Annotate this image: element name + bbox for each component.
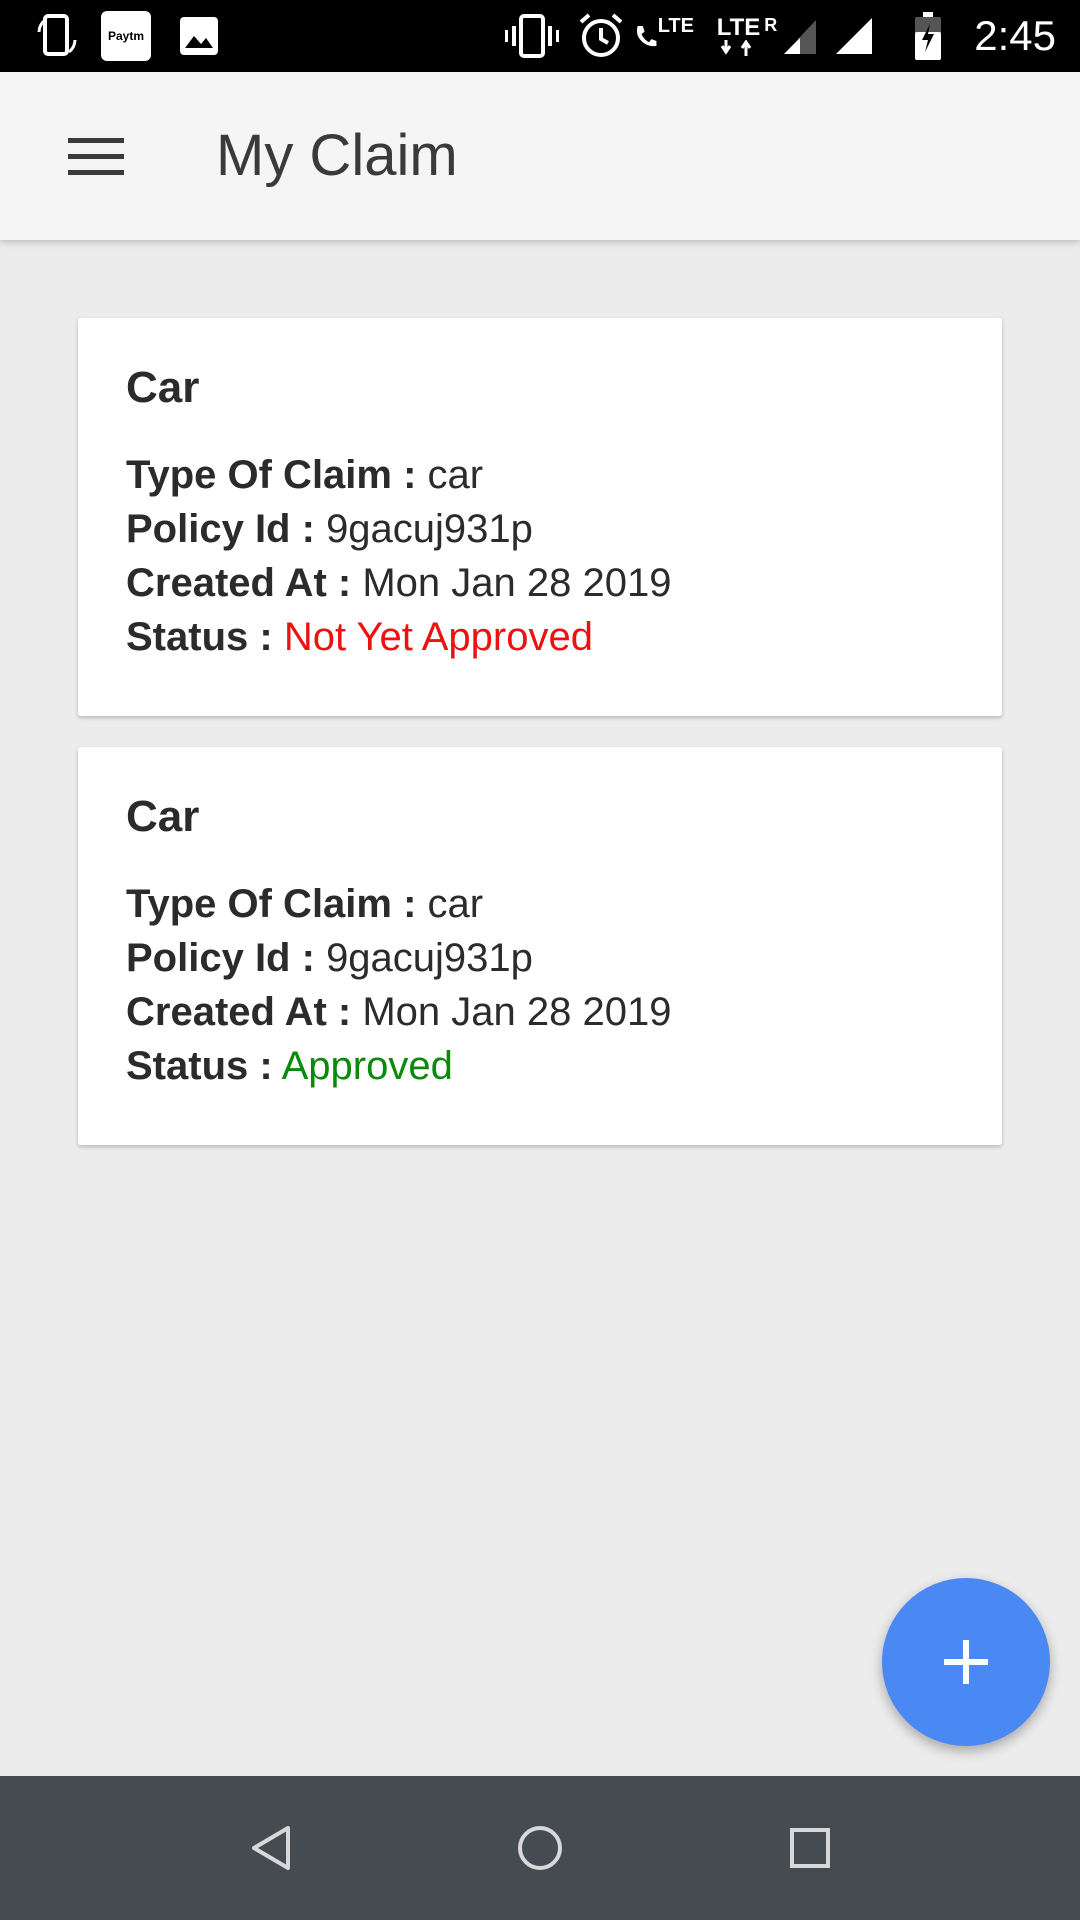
claim-type-row: Type Of Claim : car [126,448,954,502]
vibrate-icon [504,0,560,72]
plus-icon [944,1640,988,1684]
created-at-row: Created At : Mon Jan 28 2019 [126,985,954,1039]
paytm-label: Paytm [101,11,151,61]
claim-card[interactable]: Car Type Of Claim : car Policy Id : 9gac… [78,747,1002,1145]
roaming-label: R [764,15,778,35]
status-time: 2:45 [974,12,1056,59]
claims-list: Car Type Of Claim : car Policy Id : 9gac… [78,318,1002,1176]
recents-button[interactable] [740,1776,880,1920]
lte-label: LTE [657,15,694,37]
status-row: Status : Not Yet Approved [126,610,954,664]
claim-card[interactable]: Car Type Of Claim : car Policy Id : 9gac… [78,318,1002,716]
created-at-row: Created At : Mon Jan 28 2019 [126,556,954,610]
claim-type-label: Type Of Claim : [126,453,417,497]
hamburger-menu-icon [68,138,124,175]
claim-title: Car [126,792,200,841]
lte2-label: LTE [716,14,761,41]
policy-id-label: Policy Id : [126,936,315,980]
created-at-label: Created At : [126,990,352,1034]
status-value: Not Yet Approved [283,615,593,659]
claim-title: Car [126,363,200,412]
home-icon [518,1826,562,1870]
paytm-icon: Paytm [100,0,152,72]
status-label: Status : [126,615,273,659]
policy-id-row: Policy Id : 9gacuj931p [126,502,954,556]
volte-call-icon: LTE [634,0,694,72]
recents-icon [790,1828,830,1868]
image-icon [176,0,222,72]
menu-button[interactable] [56,116,136,196]
created-at-label: Created At : [126,561,352,605]
created-at-value: Mon Jan 28 2019 [362,990,672,1034]
alarm-icon [576,0,626,72]
created-at-value: Mon Jan 28 2019 [362,561,672,605]
claim-type-value: car [427,882,484,926]
back-button[interactable] [200,1776,340,1920]
add-claim-button[interactable] [882,1578,1050,1746]
signal-icon [834,0,874,72]
status-bar: Paytm LTE LTE R 2:45 [0,0,1080,72]
page-title: My Claim [216,123,458,188]
app-bar: My Claim [0,72,1080,240]
status-label: Status : [126,1044,273,1088]
status-value: Approved [281,1044,453,1088]
policy-id-value: 9gacuj931p [326,936,533,980]
signal-weak-icon [782,0,818,72]
policy-id-label: Policy Id : [126,507,315,551]
status-row: Status : Approved [126,1039,954,1093]
claim-type-label: Type Of Claim : [126,882,417,926]
home-button[interactable] [470,1776,610,1920]
lte-data-icon: LTE R [712,0,782,72]
screen-rotate-icon [34,0,80,72]
back-icon [252,1826,290,1870]
policy-id-row: Policy Id : 9gacuj931p [126,931,954,985]
claim-type-row: Type Of Claim : car [126,877,954,931]
battery-charging-icon [910,0,946,72]
navigation-bar [0,1776,1080,1920]
policy-id-value: 9gacuj931p [326,507,533,551]
claim-type-value: car [427,453,484,497]
